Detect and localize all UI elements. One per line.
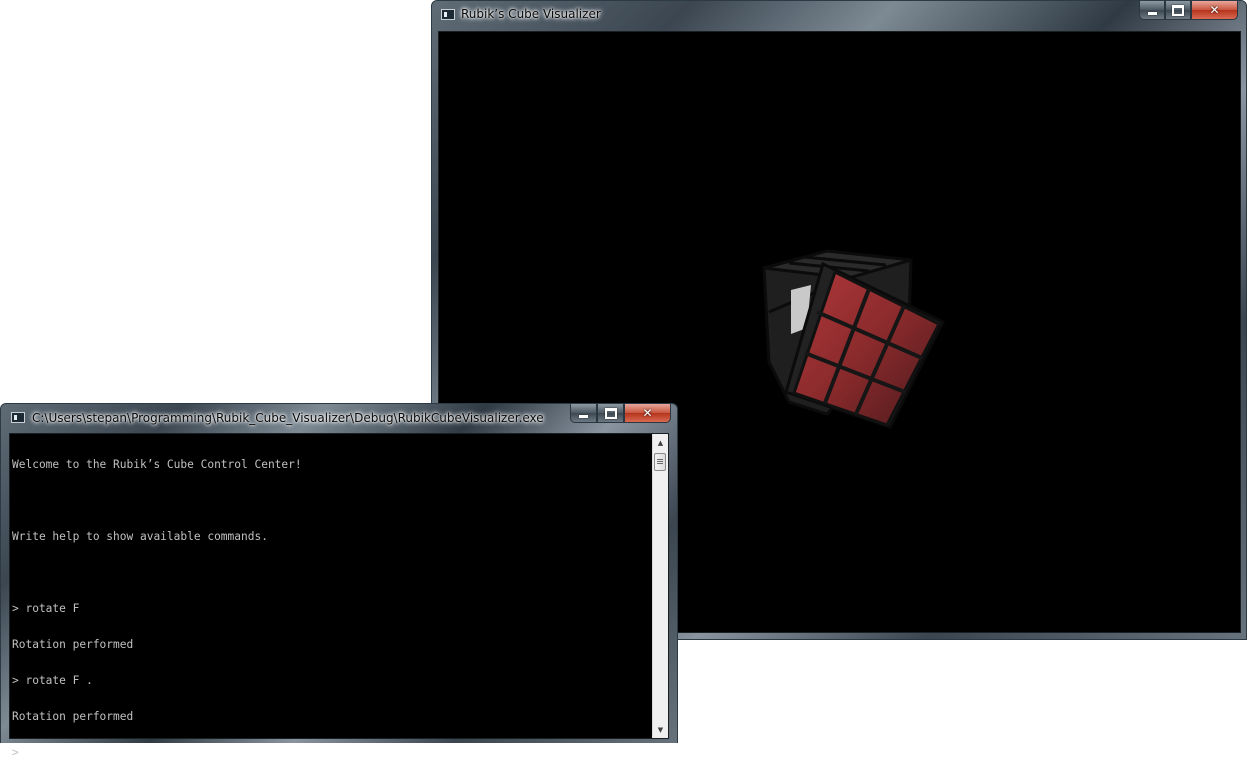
visualizer-window-title: Rubik’s Cube Visualizer xyxy=(461,7,601,21)
maximize-icon xyxy=(1172,4,1184,16)
console-line: Write help to show available commands. xyxy=(12,530,268,543)
console-maximize-button[interactable] xyxy=(597,404,624,423)
minimize-icon xyxy=(1147,11,1157,15)
app-window-icon xyxy=(441,9,455,20)
minimize-icon xyxy=(579,414,588,418)
console-vertical-scrollbar[interactable]: ▲ ▼ xyxy=(652,434,668,738)
console-text: Welcome to the Rubik’s Cube Control Cent… xyxy=(12,435,302,783)
scroll-down-arrow-icon[interactable]: ▼ xyxy=(653,721,668,738)
visualizer-minimize-button[interactable] xyxy=(1139,1,1165,20)
console-minimize-button[interactable] xyxy=(570,404,597,423)
console-line: Rotation performed xyxy=(12,710,134,723)
console-caption-buttons: ✕ xyxy=(570,404,671,424)
console-close-button[interactable]: ✕ xyxy=(624,404,671,423)
visualizer-close-button[interactable]: ✕ xyxy=(1191,1,1238,20)
console-titlebar[interactable]: C:\Users\stepan\Programming\Rubik_Cube_V… xyxy=(1,404,677,432)
console-prompt-line[interactable]: > xyxy=(12,747,302,759)
console-window-title: C:\Users\stepan\Programming\Rubik_Cube_V… xyxy=(32,411,544,425)
console-line: > rotate F xyxy=(12,602,80,615)
console-line: > rotate F . xyxy=(12,674,93,687)
close-icon: ✕ xyxy=(642,406,653,420)
console-line: Welcome to the Rubik’s Cube Control Cent… xyxy=(12,458,302,471)
visualizer-caption-buttons: ✕ xyxy=(1139,1,1238,21)
console-window[interactable]: C:\Users\stepan\Programming\Rubik_Cube_V… xyxy=(0,403,678,759)
scroll-up-arrow-icon[interactable]: ▲ xyxy=(653,434,668,451)
console-output-area[interactable]: Welcome to the Rubik’s Cube Control Cent… xyxy=(9,433,669,759)
scrollbar-thumb[interactable] xyxy=(654,453,666,471)
maximize-icon xyxy=(604,407,617,419)
close-icon: ✕ xyxy=(1209,3,1220,17)
console-app-icon xyxy=(11,412,25,423)
console-line: Rotation performed xyxy=(12,638,134,651)
visualizer-maximize-button[interactable] xyxy=(1165,1,1191,20)
visualizer-titlebar[interactable]: Rubik’s Cube Visualizer ✕ xyxy=(432,1,1246,29)
